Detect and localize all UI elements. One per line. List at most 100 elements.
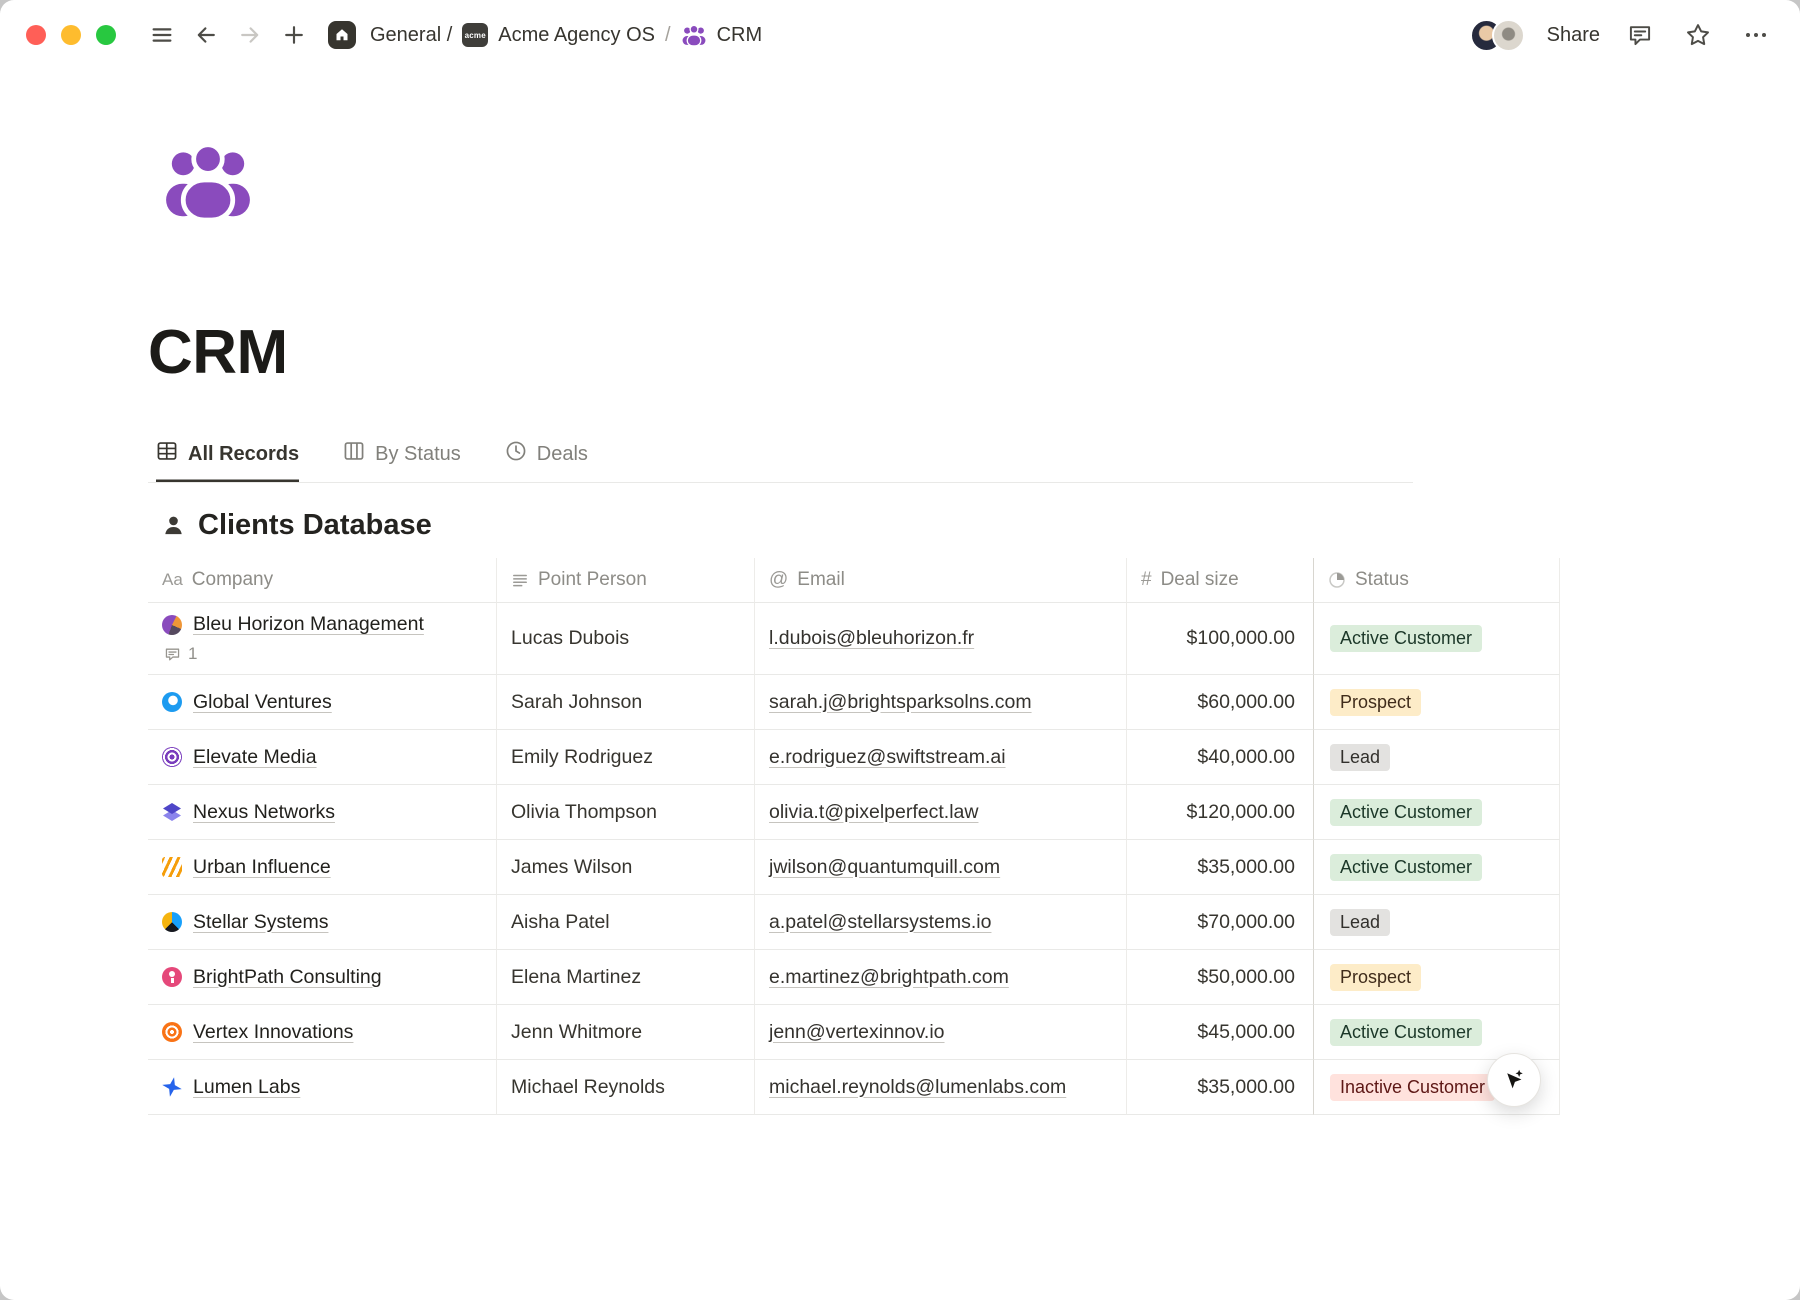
table-row[interactable]: Nexus Networks Olivia Thompson olivia.t@pi… — [148, 785, 1560, 840]
close-window-button[interactable] — [26, 25, 46, 45]
status-badge[interactable]: Prospect — [1330, 964, 1421, 991]
company-link[interactable]: BrightPath Consulting — [193, 966, 382, 989]
deal-size-cell[interactable]: $35,000.00 — [1127, 1060, 1313, 1115]
breadcrumb-page[interactable]: CRM — [717, 24, 763, 47]
tab-all-records[interactable]: All Records — [156, 440, 299, 482]
status-badge[interactable]: Lead — [1330, 909, 1390, 936]
company-cell[interactable]: Bleu Horizon Management 1 — [148, 603, 497, 675]
column-header-deal-size[interactable]: # Deal size — [1127, 558, 1313, 603]
email-link[interactable]: sarah.j@brightsparksolns.com — [769, 691, 1032, 714]
company-cell[interactable]: BrightPath Consulting — [148, 950, 497, 1005]
company-link[interactable]: Elevate Media — [193, 746, 317, 769]
avatar[interactable] — [1492, 19, 1525, 52]
status-badge[interactable]: Active Customer — [1330, 854, 1482, 881]
ai-assistant-button[interactable] — [1487, 1053, 1541, 1107]
company-link[interactable]: Global Ventures — [193, 691, 332, 714]
deal-size-cell[interactable]: $50,000.00 — [1127, 950, 1313, 1005]
status-cell[interactable]: Active Customer — [1313, 840, 1560, 895]
zoom-window-button[interactable] — [96, 25, 116, 45]
company-link[interactable]: Bleu Horizon Management — [193, 613, 424, 636]
email-cell[interactable]: e.rodriguez@swiftstream.ai — [755, 730, 1127, 785]
email-cell[interactable]: l.dubois@bleuhorizon.fr — [755, 603, 1127, 675]
point-person-cell[interactable]: Emily Rodriguez — [497, 730, 755, 785]
email-link[interactable]: olivia.t@pixelperfect.law — [769, 801, 978, 824]
point-person-cell[interactable]: Elena Martinez — [497, 950, 755, 1005]
company-cell[interactable]: Stellar Systems — [148, 895, 497, 950]
page-icon-people[interactable] — [148, 140, 268, 225]
deal-size-cell[interactable]: $70,000.00 — [1127, 895, 1313, 950]
deal-size-cell[interactable]: $45,000.00 — [1127, 1005, 1313, 1060]
point-person-cell[interactable]: James Wilson — [497, 840, 755, 895]
deal-size-cell[interactable]: $100,000.00 — [1127, 603, 1313, 675]
status-badge[interactable]: Active Customer — [1330, 1019, 1482, 1046]
status-cell[interactable]: Active Customer — [1313, 603, 1560, 675]
email-cell[interactable]: sarah.j@brightsparksolns.com — [755, 675, 1127, 730]
status-badge[interactable]: Inactive Customer — [1330, 1074, 1495, 1101]
table-row[interactable]: Urban Influence James Wilson jwilson@quant… — [148, 840, 1560, 895]
comments-icon[interactable] — [1622, 17, 1658, 53]
table-row[interactable]: Global VenturesSarah Johnsonsarah.j@brig… — [148, 675, 1560, 730]
deal-size-cell[interactable]: $40,000.00 — [1127, 730, 1313, 785]
company-cell[interactable]: Urban Influence — [148, 840, 497, 895]
status-badge[interactable]: Lead — [1330, 744, 1390, 771]
status-cell[interactable]: Prospect — [1313, 675, 1560, 730]
table-row[interactable]: Bleu Horizon Management 1 Lucas Dubois l.du… — [148, 603, 1560, 675]
home-icon[interactable] — [328, 21, 356, 49]
point-person-cell[interactable]: Jenn Whitmore — [497, 1005, 755, 1060]
favorite-star-icon[interactable] — [1680, 17, 1716, 53]
point-person-cell[interactable]: Michael Reynolds — [497, 1060, 755, 1115]
company-link[interactable]: Urban Influence — [193, 856, 331, 879]
back-button[interactable] — [188, 17, 224, 53]
tab-by-status[interactable]: By Status — [343, 440, 461, 482]
email-cell[interactable]: jenn@vertexinnov.io — [755, 1005, 1127, 1060]
deal-size-cell[interactable]: $120,000.00 — [1127, 785, 1313, 840]
email-link[interactable]: l.dubois@bleuhorizon.fr — [769, 627, 974, 650]
company-cell[interactable]: Nexus Networks — [148, 785, 497, 840]
status-cell[interactable]: Active Customer — [1313, 1005, 1560, 1060]
deal-size-cell[interactable]: $35,000.00 — [1127, 840, 1313, 895]
new-tab-button[interactable] — [276, 17, 312, 53]
email-cell[interactable]: jwilson@quantumquill.com — [755, 840, 1127, 895]
column-header-company[interactable]: Aa Company — [148, 558, 497, 603]
company-cell[interactable]: Global Ventures — [148, 675, 497, 730]
email-link[interactable]: e.martinez@brightpath.com — [769, 966, 1009, 989]
email-link[interactable]: michael.reynolds@lumenlabs.com — [769, 1076, 1066, 1099]
company-cell[interactable]: Vertex Innovations — [148, 1005, 497, 1060]
table-row[interactable]: Lumen Labs Michael Reynolds michael.reynol… — [148, 1060, 1560, 1115]
point-person-cell[interactable]: Lucas Dubois — [497, 603, 755, 675]
email-link[interactable]: a.patel@stellarsystems.io — [769, 911, 991, 934]
email-link[interactable]: e.rodriguez@swiftstream.ai — [769, 746, 1006, 769]
breadcrumb-general[interactable]: General / — [370, 24, 452, 47]
deal-size-cell[interactable]: $60,000.00 — [1127, 675, 1313, 730]
email-cell[interactable]: e.martinez@brightpath.com — [755, 950, 1127, 1005]
table-row[interactable]: Elevate Media Emily Rodriguez e.rodriguez@… — [148, 730, 1560, 785]
column-header-email[interactable]: @ Email — [755, 558, 1127, 603]
table-row[interactable]: Stellar SystemsAisha Patela.patel@stella… — [148, 895, 1560, 950]
email-cell[interactable]: michael.reynolds@lumenlabs.com — [755, 1060, 1127, 1115]
breadcrumb-workspace[interactable]: Acme Agency OS — [498, 24, 655, 47]
share-button[interactable]: Share — [1547, 24, 1600, 47]
status-cell[interactable]: Lead — [1313, 730, 1560, 785]
forward-button[interactable] — [232, 17, 268, 53]
status-badge[interactable]: Active Customer — [1330, 625, 1482, 652]
column-header-point-person[interactable]: Point Person — [497, 558, 755, 603]
email-cell[interactable]: a.patel@stellarsystems.io — [755, 895, 1127, 950]
company-cell[interactable]: Lumen Labs — [148, 1060, 497, 1115]
minimize-window-button[interactable] — [61, 25, 81, 45]
email-link[interactable]: jenn@vertexinnov.io — [769, 1021, 945, 1044]
column-header-status[interactable]: Status — [1313, 558, 1560, 603]
comment-count-button[interactable]: 1 — [164, 644, 197, 664]
table-row[interactable]: BrightPath Consulting Elena Martinez e.mar… — [148, 950, 1560, 1005]
table-row[interactable]: Vertex Innovations Jenn Whitmore jenn@vert… — [148, 1005, 1560, 1060]
company-link[interactable]: Stellar Systems — [193, 911, 328, 934]
company-cell[interactable]: Elevate Media — [148, 730, 497, 785]
company-link[interactable]: Nexus Networks — [193, 801, 335, 824]
point-person-cell[interactable]: Olivia Thompson — [497, 785, 755, 840]
database-title[interactable]: Clients Database — [198, 509, 432, 542]
company-link[interactable]: Vertex Innovations — [193, 1021, 353, 1044]
sidebar-toggle-icon[interactable] — [144, 17, 180, 53]
email-cell[interactable]: olivia.t@pixelperfect.law — [755, 785, 1127, 840]
company-link[interactable]: Lumen Labs — [193, 1076, 300, 1099]
status-cell[interactable]: Active Customer — [1313, 785, 1560, 840]
email-link[interactable]: jwilson@quantumquill.com — [769, 856, 1000, 879]
